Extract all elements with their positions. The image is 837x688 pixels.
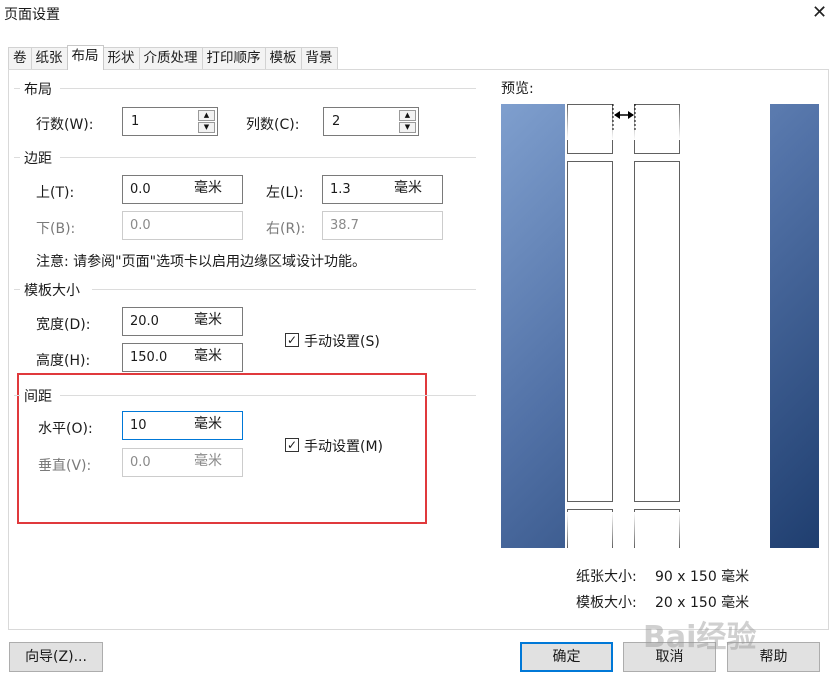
top-margin-field[interactable]: 0.0 毫米 [122,175,243,204]
margins-note: 注意: 请参阅"页面"选项卡以启用边缘区域设计功能。 [36,254,367,270]
spacing-indicator-icon [612,104,636,130]
tab-template[interactable]: 模板 [264,47,302,70]
top-margin-value: 0.0 [130,182,151,197]
window-title: 页面设置 [4,7,60,23]
spin-down-icon[interactable]: ▼ [198,122,215,133]
bottom-margin-label: 下(B): [36,221,76,237]
bottom-margin-field: 0.0 [122,211,243,240]
wizard-button[interactable]: 向导(Z)... [9,642,103,672]
bottom-margin-value: 0.0 [130,218,151,233]
width-value: 20.0 [130,314,159,329]
template-manual-checkbox[interactable]: ✓ [285,333,299,347]
tab-strip: 卷 纸张 布局 形状 介质处理 打印顺序 模板 背景 [8,45,338,70]
preview-label-cell [634,161,680,502]
horizontal-spacing-label: 水平(O): [38,421,93,437]
tab-print-order[interactable]: 打印顺序 [201,47,266,70]
rows-label: 行数(W): [36,117,94,133]
tab-background[interactable]: 背景 [300,47,338,70]
paper-size-value: 90 x 150 毫米 [655,569,750,585]
right-margin-value: 38.7 [330,218,359,233]
template-manual-label[interactable]: 手动设置(S) [304,331,380,351]
group-divider [14,88,20,89]
spin-up-icon[interactable]: ▲ [198,110,215,121]
height-value: 150.0 [130,350,168,365]
left-margin-value: 1.3 [330,182,351,197]
layout-group-title: 布局 [24,79,58,99]
tab-paper[interactable]: 纸张 [30,47,68,70]
template-size-value: 20 x 150 毫米 [655,595,750,611]
cols-label: 列数(C): [246,117,300,133]
tab-media-handling[interactable]: 介质处理 [138,47,203,70]
left-margin-field[interactable]: 1.3 毫米 [322,175,443,204]
group-divider [14,289,20,290]
spacing-group-title: 间距 [24,386,58,406]
preview-paper [565,104,770,548]
margins-group-title: 边距 [24,148,58,168]
rows-spinner[interactable]: 1 ▲ ▼ [122,107,218,136]
spin-down-icon[interactable]: ▼ [399,122,416,133]
width-field[interactable]: 20.0 毫米 [122,307,243,336]
spin-up-icon[interactable]: ▲ [399,110,416,121]
vertical-spacing-value: 0.0 [130,455,151,470]
left-margin-label: 左(L): [266,185,304,201]
right-margin-field: 38.7 [322,211,443,240]
right-margin-label: 右(R): [266,221,306,237]
paper-size-label: 纸张大小: [576,569,637,585]
watermark-logo: Bai经验 [643,620,757,655]
height-field[interactable]: 150.0 毫米 [122,343,243,372]
width-unit: 毫米 [194,312,222,328]
group-divider [14,157,20,158]
vertical-spacing-field: 0.0 毫米 [122,448,243,477]
tab-layout[interactable]: 布局 [66,45,104,70]
spacing-manual-label[interactable]: 手动设置(M) [304,436,383,456]
vertical-spacing-unit: 毫米 [194,453,222,469]
top-margin-label: 上(T): [36,185,75,201]
tab-shape[interactable]: 形状 [102,47,140,70]
group-divider [60,157,476,158]
group-divider [60,88,476,89]
height-label: 高度(H): [36,353,91,369]
preview-fade [565,104,770,140]
top-margin-unit: 毫米 [194,180,222,196]
ok-button[interactable]: 确定 [520,642,613,672]
preview-canvas [501,104,819,548]
template-size-label: 模板大小: [576,595,637,611]
horizontal-spacing-value: 10 [130,418,147,433]
preview-label: 预览: [501,81,534,97]
group-divider [60,395,476,396]
template-size-group-title: 模板大小 [24,280,86,300]
preview-fade [565,512,770,548]
cols-value: 2 [332,114,341,129]
horizontal-spacing-unit: 毫米 [194,416,222,432]
tab-volume[interactable]: 卷 [8,47,32,70]
spacing-manual-checkbox[interactable]: ✓ [285,438,299,452]
horizontal-spacing-field[interactable]: 10 毫米 [122,411,243,440]
group-divider [92,289,476,290]
height-unit: 毫米 [194,348,222,364]
left-margin-unit: 毫米 [394,180,422,196]
close-icon[interactable]: ✕ [812,2,827,23]
vertical-spacing-label: 垂直(V): [38,458,92,474]
group-divider [14,395,20,396]
rows-value: 1 [131,114,140,129]
cols-spinner[interactable]: 2 ▲ ▼ [323,107,419,136]
width-label: 宽度(D): [36,317,91,333]
preview-label-cell [567,161,613,502]
